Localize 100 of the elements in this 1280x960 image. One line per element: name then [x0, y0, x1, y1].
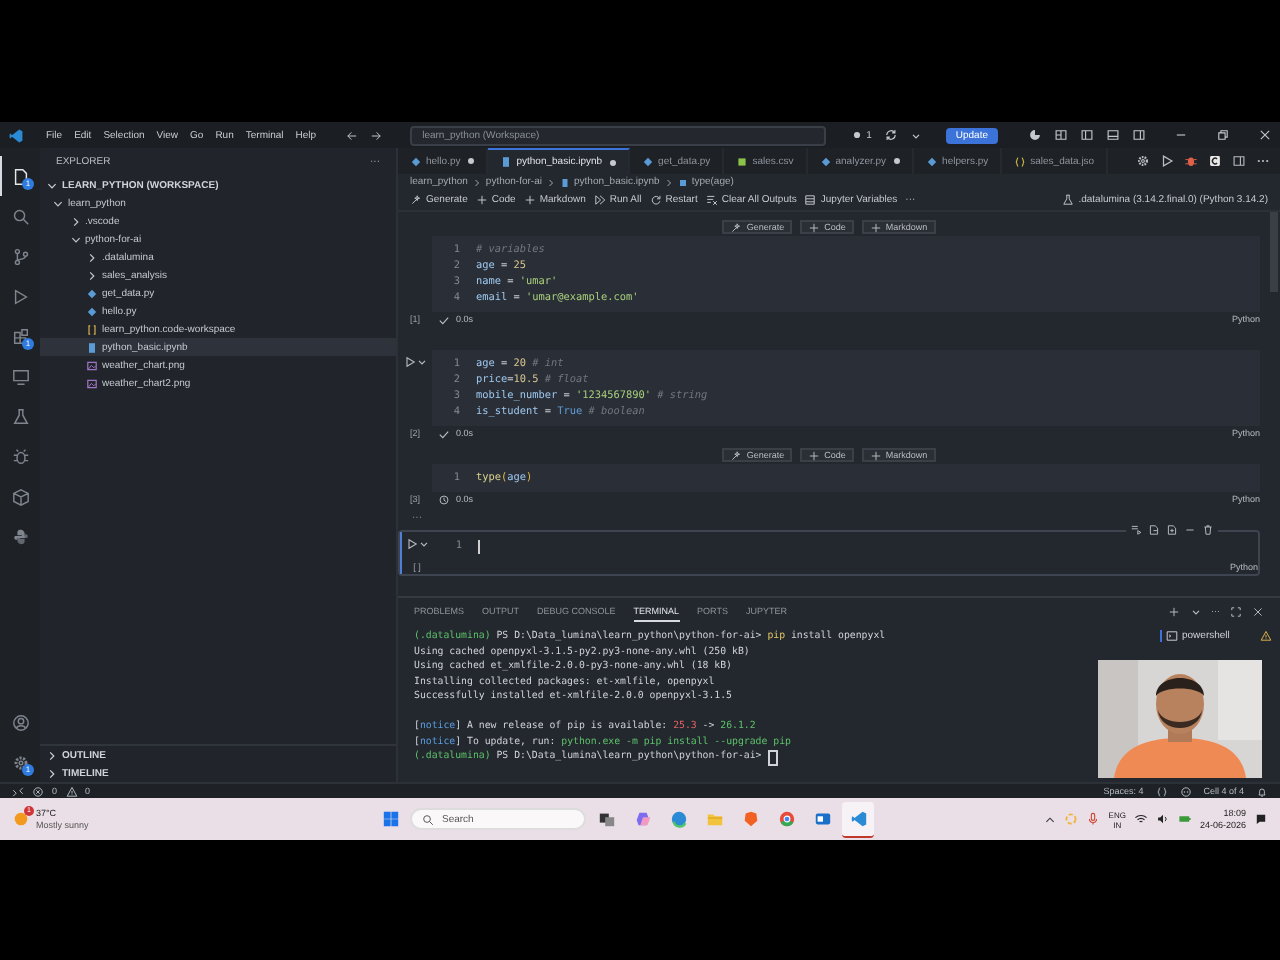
gear-icon[interactable]: [1136, 154, 1150, 168]
browser-icon: [669, 810, 687, 828]
taskbar-app[interactable]: [842, 801, 874, 837]
run-all-icon: [593, 194, 606, 206]
logo-icon: [8, 127, 24, 143]
add-icon: [523, 194, 536, 206]
image-file-icon: [86, 377, 98, 389]
page-icon[interactable]: [1166, 524, 1178, 536]
bell-icon[interactable]: [1256, 785, 1268, 797]
wifi-icon[interactable]: [1133, 812, 1148, 826]
flask-icon: [1062, 194, 1075, 206]
panel-toggle-icon[interactable]: [1106, 128, 1121, 142]
spreadsheet-file-icon: [736, 155, 749, 167]
close-icon[interactable]: [1258, 128, 1273, 142]
split-editor-icon[interactable]: [1232, 154, 1246, 168]
extensions-icon: [12, 327, 30, 345]
chevron-icon: [471, 177, 482, 187]
restore-icon[interactable]: [1216, 128, 1231, 142]
account-icon: [12, 713, 30, 731]
chevron-icon[interactable]: [1044, 813, 1057, 825]
speaker-icon[interactable]: [1155, 812, 1170, 826]
maximize-icon[interactable]: [1230, 606, 1242, 618]
caret-icon[interactable]: [415, 356, 427, 368]
remote-icon[interactable]: [12, 785, 24, 797]
containers-icon: [12, 487, 30, 505]
task-view-icon[interactable]: [597, 810, 615, 828]
run-icon[interactable]: [403, 356, 415, 368]
python-file-icon: [926, 155, 939, 167]
mail-icon: [813, 810, 831, 828]
dot-icon: [850, 128, 865, 142]
microphone-icon[interactable]: [1086, 812, 1101, 826]
braces-file-icon: [86, 323, 98, 335]
layout-icon[interactable]: [1132, 128, 1147, 142]
notebook-file-icon: [500, 156, 513, 168]
add-icon: [869, 449, 882, 461]
back-arrow-icon[interactable]: [346, 129, 359, 141]
python-icon: [12, 527, 30, 545]
caret-icon[interactable]: [1189, 606, 1201, 618]
page-icon[interactable]: [1148, 524, 1160, 536]
plus-icon[interactable]: [1167, 606, 1179, 618]
braces-icon[interactable]: [1155, 785, 1168, 797]
bug-icon[interactable]: [1184, 154, 1198, 168]
start-icon[interactable]: [382, 810, 400, 828]
swirl-icon: [633, 810, 651, 828]
editor-app-icon: [849, 809, 867, 827]
trash-icon[interactable]: [1202, 524, 1214, 536]
forward-arrow-icon[interactable]: [370, 129, 383, 141]
image-file-icon: [86, 359, 98, 371]
folder-icon: [705, 810, 723, 828]
testing-icon: [12, 407, 30, 425]
assistant-icon[interactable]: [1179, 785, 1192, 797]
add-icon: [869, 221, 882, 233]
chat-icon[interactable]: [1208, 154, 1222, 168]
chevron-icon: [663, 177, 674, 187]
variables-icon: [804, 194, 817, 206]
generate-icon: [730, 449, 743, 461]
generate-icon: [730, 221, 743, 233]
battery-icon[interactable]: [1177, 812, 1192, 826]
python-file-icon: [819, 155, 832, 167]
shield-icon: [741, 810, 759, 828]
bug-icon: [12, 447, 30, 465]
terminal-icon: [1166, 630, 1178, 642]
error-icon: [32, 785, 44, 797]
restart-icon: [649, 194, 662, 206]
caret-icon[interactable]: [909, 129, 922, 141]
notebook-file-icon: [560, 177, 570, 187]
files-icon: [12, 167, 30, 185]
run-debug-icon: [12, 287, 30, 305]
warning-icon: [1260, 630, 1272, 642]
run-icon[interactable]: [1160, 154, 1174, 168]
notebook-file-icon: [86, 341, 98, 353]
layout-icon[interactable]: [1054, 128, 1069, 142]
run-above-icon[interactable]: [1130, 524, 1142, 536]
add-icon: [808, 221, 821, 233]
search-icon: [12, 207, 30, 225]
settings-icon: [12, 753, 30, 771]
close-icon[interactable]: [1252, 606, 1264, 618]
browser-icon: [777, 810, 795, 828]
sync-icon[interactable]: [883, 128, 898, 142]
braces-file-icon: [1014, 155, 1027, 167]
warning-icon: [65, 785, 78, 797]
minimize-icon[interactable]: [1174, 128, 1189, 142]
source-control-icon: [12, 247, 30, 265]
pie-icon[interactable]: [1028, 128, 1043, 142]
sun-icon: [12, 810, 30, 828]
chevron-icon: [546, 177, 556, 187]
caret-icon[interactable]: [417, 538, 429, 550]
python-file-icon: [642, 155, 655, 167]
remote-icon: [12, 367, 30, 385]
python-file-icon: [410, 155, 422, 167]
cell-icon: [677, 177, 688, 187]
sidebar-toggle-icon[interactable]: [1080, 128, 1095, 142]
run-icon[interactable]: [405, 538, 417, 550]
notification-icon[interactable]: [1254, 812, 1268, 826]
minus-icon[interactable]: [1184, 524, 1196, 536]
generate-icon: [410, 194, 422, 206]
search-icon: [422, 813, 434, 825]
add-icon: [475, 194, 488, 206]
clear-icon: [705, 194, 718, 206]
add-icon: [808, 449, 821, 461]
